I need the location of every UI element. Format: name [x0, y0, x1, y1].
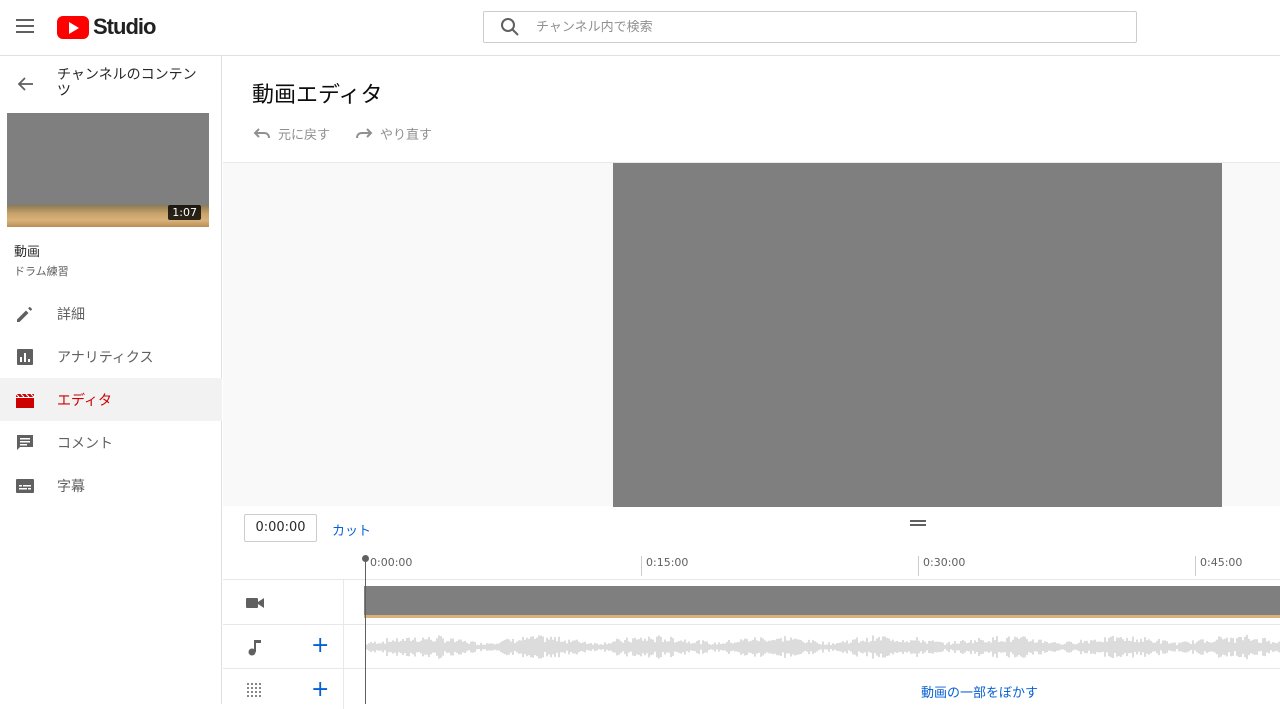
track-head: +: [223, 669, 344, 709]
redo-label: やり直す: [380, 128, 433, 143]
video-clip-strip[interactable]: [364, 586, 1280, 618]
arrow-back-icon[interactable]: [16, 74, 36, 94]
ruler-tick: 0:30:00: [918, 556, 965, 576]
undo-label: 元に戻す: [278, 128, 331, 143]
add-audio-button[interactable]: +: [311, 635, 329, 657]
cut-button[interactable]: カット: [332, 520, 371, 539]
sidebar-item-analytics[interactable]: アナリティクス: [0, 335, 222, 378]
top-bar: Studio: [0, 0, 1280, 56]
menu-icon[interactable]: [16, 19, 34, 33]
video-preview[interactable]: [613, 163, 1222, 507]
redo-button[interactable]: やり直す: [354, 124, 432, 143]
ruler-tick: 0:45:00: [1195, 556, 1242, 576]
audio-track: +: [223, 625, 1280, 669]
sidebar-item-comments[interactable]: コメント: [0, 421, 222, 464]
search-input[interactable]: [536, 19, 1096, 35]
add-blur-button[interactable]: +: [311, 679, 329, 701]
video-title: 動画: [14, 245, 41, 260]
timeline-controls: 0:00:00 カット: [223, 506, 1280, 552]
editor-main: 動画エディタ 元に戻す やり直す 0:00:00 カット 0:00:00 0:1…: [223, 56, 1280, 709]
ruler-tick: 0:15:00: [641, 556, 688, 576]
playhead[interactable]: [362, 555, 369, 704]
redo-icon: [356, 127, 373, 138]
video-preview-area: [223, 162, 1280, 507]
comment-icon: [17, 434, 33, 450]
undo-icon: [253, 127, 270, 138]
logo-text: Studio: [93, 14, 156, 39]
blur-grid-icon: [247, 683, 261, 697]
search-icon[interactable]: [498, 15, 522, 39]
sidebar-item-editor[interactable]: エディタ: [0, 378, 222, 421]
clapperboard-icon: [15, 393, 35, 408]
timecode-input[interactable]: 0:00:00: [244, 514, 317, 542]
search-box: [483, 11, 1137, 43]
blur-part-link[interactable]: 動画の一部をぼかす: [921, 682, 1038, 701]
video-camera-icon: [246, 598, 264, 608]
audio-waveform[interactable]: [365, 631, 1280, 663]
sidebar-item-subtitles[interactable]: 字幕: [0, 464, 222, 507]
back-label[interactable]: チャンネルのコンテンツ: [57, 67, 207, 99]
ruler-tick: 0:00:00: [365, 556, 412, 576]
studio-logo[interactable]: Studio: [57, 14, 156, 40]
back-to-content: チャンネルのコンテンツ: [0, 56, 222, 112]
youtube-logo-icon: [57, 15, 89, 39]
video-subtitle: ドラム練習: [14, 265, 69, 278]
blur-track: + 動画の一部をぼかす: [223, 669, 1280, 709]
sidebar-item-label: 字幕: [57, 478, 85, 495]
sidebar: チャンネルのコンテンツ 1:07 動画 ドラム練習 詳細 アナリティクス エディ…: [0, 56, 222, 704]
subtitles-icon: [16, 478, 34, 493]
sidebar-item-label: アナリティクス: [57, 349, 154, 366]
pencil-icon: [17, 306, 33, 322]
video-track: [223, 580, 1280, 625]
sidebar-item-label: コメント: [57, 435, 113, 452]
sidebar-item-label: 詳細: [57, 306, 85, 323]
track-head: [223, 580, 344, 624]
sidebar-item-label: エディタ: [57, 392, 113, 409]
page-title: 動画エディタ: [252, 83, 383, 108]
drag-handle-icon[interactable]: [910, 520, 926, 526]
sidebar-nav: 詳細 アナリティクス エディタ コメント 字幕: [0, 292, 222, 507]
sidebar-item-details[interactable]: 詳細: [0, 292, 222, 335]
video-thumbnail[interactable]: 1:07: [7, 113, 209, 227]
track-head: +: [223, 625, 344, 668]
timeline-ruler[interactable]: 0:00:00 0:15:00 0:30:00 0:45:00: [223, 552, 1280, 580]
music-note-icon: [248, 640, 261, 656]
undo-button[interactable]: 元に戻す: [252, 124, 330, 143]
analytics-icon: [17, 348, 33, 365]
duration-badge: 1:07: [168, 205, 201, 220]
